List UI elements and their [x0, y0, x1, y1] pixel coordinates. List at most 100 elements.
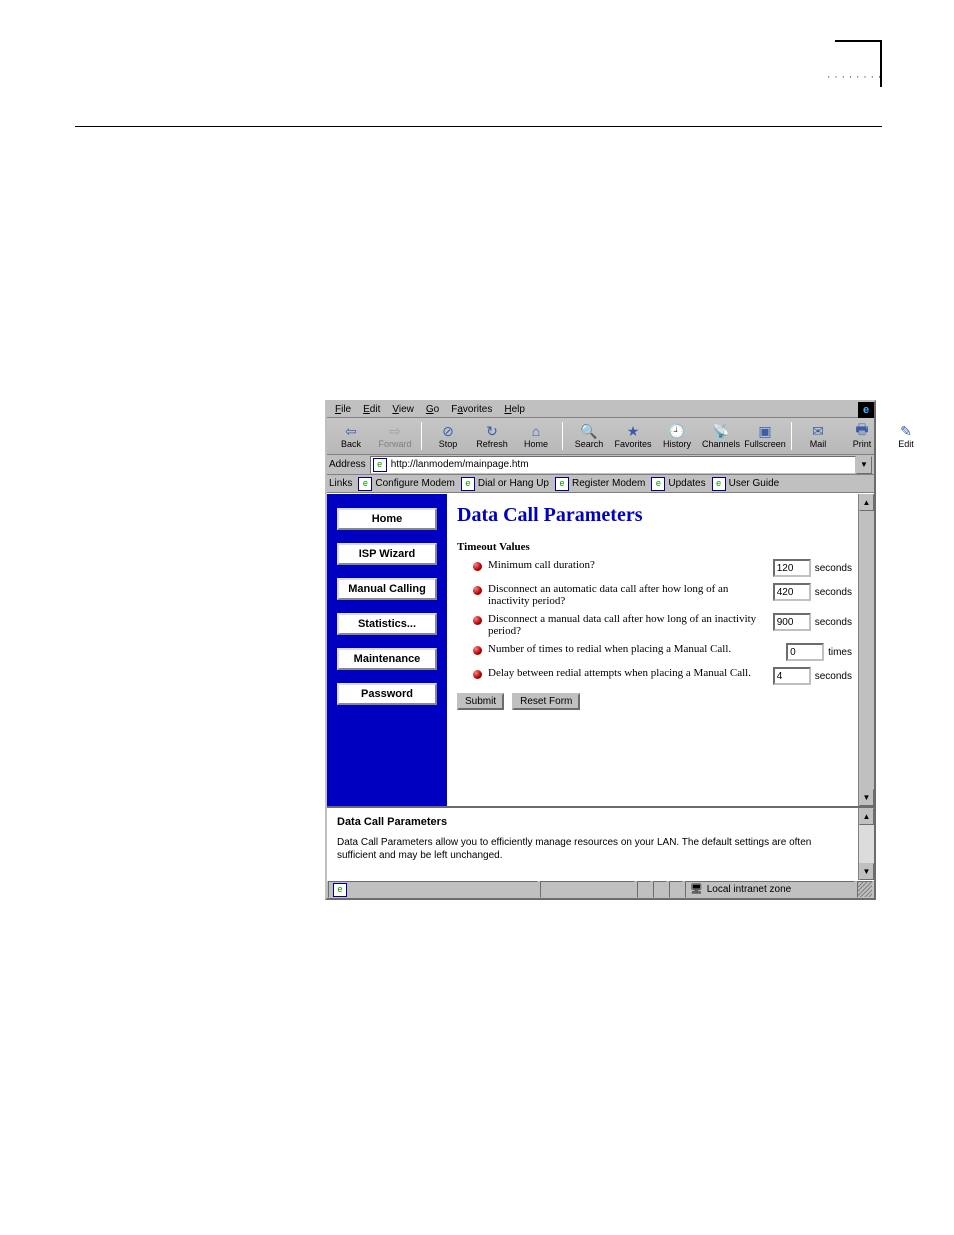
status-bar: e 🖥 Local intranet zone	[327, 880, 874, 898]
links-bar: Links eConfigure Modem eDial or Hang Up …	[327, 475, 874, 493]
menu-view[interactable]: View	[386, 404, 420, 415]
menu-help[interactable]: Help	[498, 404, 531, 415]
bullet-icon	[473, 670, 482, 679]
unit-label: seconds	[815, 587, 852, 598]
history-button[interactable]: 🕘History	[657, 419, 697, 453]
sidebar-password[interactable]: Password	[337, 683, 437, 705]
edit-button[interactable]: ✎Edit	[886, 419, 926, 453]
link-dial-or-hang-up[interactable]: eDial or Hang Up	[461, 477, 549, 491]
scroll-up-icon[interactable]: ▲	[859, 808, 874, 825]
status-seg	[653, 881, 667, 898]
unit-label: seconds	[815, 563, 852, 574]
search-label: Search	[575, 439, 604, 449]
section-timeout-values: Timeout Values	[457, 541, 852, 553]
forward-button[interactable]: ⇨Forward	[375, 419, 415, 453]
mail-icon: ✉	[810, 423, 826, 439]
redial-delay-input[interactable]	[773, 667, 811, 685]
mail-button[interactable]: ✉Mail	[798, 419, 838, 453]
scroll-up-icon[interactable]: ▲	[859, 494, 874, 511]
links-label: Links	[329, 478, 352, 489]
print-icon: 🖶	[854, 423, 870, 439]
print-label: Print	[853, 439, 872, 449]
channels-button[interactable]: 📡Channels	[701, 419, 741, 453]
home-icon: ⌂	[528, 423, 544, 439]
search-button[interactable]: 🔍Search	[569, 419, 609, 453]
sidebar-maintenance[interactable]: Maintenance	[337, 648, 437, 670]
menu-edit[interactable]: Edit	[357, 404, 386, 415]
refresh-icon: ↻	[484, 423, 500, 439]
back-button[interactable]: ⇦Back	[331, 419, 371, 453]
sidebar-isp-wizard[interactable]: ISP Wizard	[337, 543, 437, 565]
zone-icon: 🖥	[690, 884, 703, 895]
address-bar: Address e http://lanmodem/mainpage.htm ▼	[327, 455, 874, 475]
param-question: Minimum call duration?	[488, 559, 773, 571]
favorites-label: Favorites	[614, 439, 651, 449]
scroll-down-icon[interactable]: ▼	[859, 789, 874, 806]
main-scrollbar[interactable]: ▲ ▼	[858, 494, 874, 806]
fullscreen-button[interactable]: ▣Fullscreen	[745, 419, 785, 453]
help-text: Data Call Parameters allow you to effici…	[337, 836, 848, 862]
address-label: Address	[329, 459, 370, 470]
edit-label: Edit	[898, 439, 914, 449]
param-row: Number of times to redial when placing a…	[457, 643, 852, 661]
history-icon: 🕘	[669, 423, 685, 439]
fullscreen-label: Fullscreen	[744, 439, 786, 449]
channels-label: Channels	[702, 439, 740, 449]
min-call-duration-input[interactable]	[773, 559, 811, 577]
zone-label: Local intranet zone	[707, 884, 792, 895]
menu-favorites[interactable]: Favorites	[445, 404, 498, 415]
stop-icon: ⊘	[440, 423, 456, 439]
link-icon: e	[461, 477, 475, 491]
forward-icon: ⇨	[387, 423, 403, 439]
home-button[interactable]: ⌂Home	[516, 419, 556, 453]
link-updates[interactable]: eUpdates	[651, 477, 705, 491]
address-input[interactable]: e http://lanmodem/mainpage.htm	[370, 456, 856, 474]
link-icon: e	[555, 477, 569, 491]
help-pane: Data Call Parameters Data Call Parameter…	[327, 806, 874, 880]
edit-icon: ✎	[898, 423, 914, 439]
channels-icon: 📡	[713, 423, 729, 439]
page-icon: e	[333, 883, 347, 897]
unit-label: times	[828, 647, 852, 658]
redial-count-input[interactable]	[786, 643, 824, 661]
search-icon: 🔍	[581, 423, 597, 439]
param-question: Disconnect a manual data call after how …	[488, 613, 773, 637]
submit-button[interactable]: Submit	[457, 693, 504, 710]
mail-label: Mail	[810, 439, 827, 449]
favorites-icon: ★	[625, 423, 641, 439]
menu-file[interactable]: File	[329, 404, 357, 415]
link-configure-modem[interactable]: eConfigure Modem	[358, 477, 454, 491]
link-user-guide[interactable]: eUser Guide	[712, 477, 780, 491]
status-seg	[637, 881, 651, 898]
link-icon: e	[712, 477, 726, 491]
param-row: Minimum call duration? seconds	[457, 559, 852, 577]
reset-form-button[interactable]: Reset Form	[512, 693, 580, 710]
menu-go[interactable]: Go	[420, 404, 445, 415]
resize-grip[interactable]	[857, 881, 873, 898]
favorites-button[interactable]: ★Favorites	[613, 419, 653, 453]
scroll-down-icon[interactable]: ▼	[859, 863, 874, 880]
link-register-modem[interactable]: eRegister Modem	[555, 477, 645, 491]
page-icon: e	[373, 458, 387, 472]
sidebar-statistics[interactable]: Statistics...	[337, 613, 437, 635]
address-dropdown[interactable]: ▼	[856, 456, 872, 474]
unit-label: seconds	[815, 671, 852, 682]
link-icon: e	[651, 477, 665, 491]
sidebar-manual-calling[interactable]: Manual Calling	[337, 578, 437, 600]
manual-disconnect-input[interactable]	[773, 613, 811, 631]
ie-logo-icon: e	[858, 402, 874, 418]
stop-label: Stop	[439, 439, 458, 449]
stop-button[interactable]: ⊘Stop	[428, 419, 468, 453]
refresh-button[interactable]: ↻Refresh	[472, 419, 512, 453]
home-label: Home	[524, 439, 548, 449]
toolbar: ⇦Back ⇨Forward ⊘Stop ↻Refresh ⌂Home 🔍Sea…	[327, 418, 874, 455]
help-scrollbar[interactable]: ▲ ▼	[858, 808, 874, 880]
unit-label: seconds	[815, 617, 852, 628]
page-divider	[75, 126, 882, 127]
print-button[interactable]: 🖶Print	[842, 419, 882, 453]
param-row: Delay between redial attempts when placi…	[457, 667, 852, 685]
auto-disconnect-input[interactable]	[773, 583, 811, 601]
sidebar-home[interactable]: Home	[337, 508, 437, 530]
sidebar: Home ISP Wizard Manual Calling Statistic…	[327, 494, 447, 806]
bullet-icon	[473, 616, 482, 625]
